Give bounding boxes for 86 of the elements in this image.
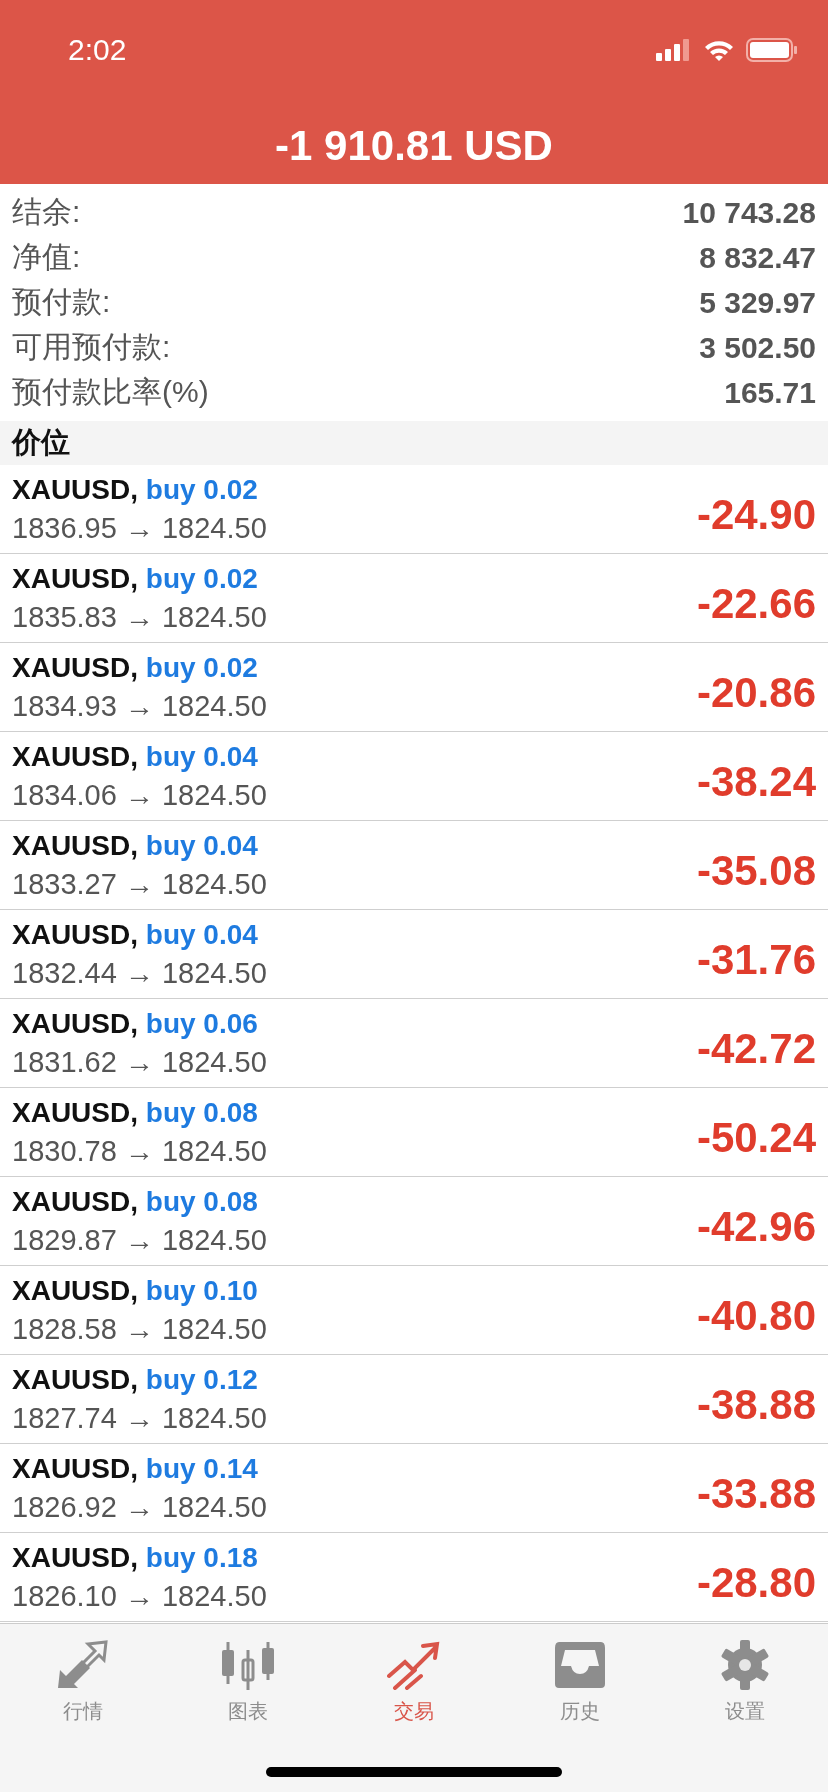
price-text: 1834.06 → 1824.50	[12, 778, 267, 812]
symbol-text: XAUUSD,	[12, 918, 138, 950]
summary-label: 可用预付款:	[12, 329, 171, 365]
summary-value: 8 832.47	[699, 240, 816, 275]
order-text: buy 0.02	[145, 473, 258, 505]
summary-value: 5 329.97	[699, 285, 816, 320]
profit-value: -22.66	[696, 580, 816, 628]
profit-value: -38.24	[696, 758, 816, 806]
profit-value: -40.80	[696, 1292, 816, 1340]
price-text: 1829.87 → 1824.50	[12, 1223, 267, 1257]
price-text: 1836.95 → 1824.50	[12, 511, 267, 545]
tab[interactable]: 交易	[354, 1640, 474, 1725]
order-text: buy 0.04	[145, 829, 258, 861]
status-time: 2:02	[68, 33, 127, 67]
symbol-text: XAUUSD,	[12, 1541, 138, 1573]
position-row[interactable]: XAUUSD, buy 0.10 1828.58 → 1824.50 -40.80	[0, 1266, 828, 1355]
position-row[interactable]: XAUUSD, buy 0.02 1836.95 → 1824.50 -24.90	[0, 465, 828, 554]
diagonal-arrows-icon	[55, 1640, 110, 1690]
profit-value: -33.88	[696, 1470, 816, 1518]
profit-value: -38.88	[696, 1381, 816, 1429]
price-text: 1835.83 → 1824.50	[12, 600, 267, 634]
signal-icon	[656, 39, 692, 61]
price-text: 1830.78 → 1824.50	[12, 1134, 267, 1168]
price-text: 1826.10 → 1824.50	[12, 1579, 267, 1613]
order-text: buy 0.08	[145, 1185, 258, 1217]
position-row[interactable]: XAUUSD, buy 0.04 1833.27 → 1824.50 -35.08	[0, 821, 828, 910]
order-text: buy 0.02	[145, 651, 258, 683]
position-row[interactable]: XAUUSD, buy 0.08 1829.87 → 1824.50 -42.96	[0, 1177, 828, 1266]
price-text: 1828.58 → 1824.50	[12, 1312, 267, 1346]
balance-title: -1 910.81 USD	[274, 122, 554, 170]
profit-value: -31.76	[696, 936, 816, 984]
order-text: buy 0.04	[145, 740, 258, 772]
profit-value: -42.72	[696, 1025, 816, 1073]
profit-value: -20.86	[696, 669, 816, 717]
symbol-text: XAUUSD,	[12, 829, 138, 861]
position-row[interactable]: XAUUSD, buy 0.08 1830.78 → 1824.50 -50.24	[0, 1088, 828, 1177]
position-row[interactable]: XAUUSD, buy 0.12 1827.74 → 1824.50 -38.88	[0, 1355, 828, 1444]
profit-value: -42.96	[696, 1203, 816, 1251]
symbol-text: XAUUSD,	[12, 740, 138, 772]
position-row[interactable]: XAUUSD, buy 0.02 1835.83 → 1824.50 -22.66	[0, 554, 828, 643]
profit-value: -35.08	[696, 847, 816, 895]
order-text: buy 0.10	[145, 1274, 258, 1306]
symbol-text: XAUUSD,	[12, 651, 138, 683]
price-text: 1831.62 → 1824.50	[12, 1045, 267, 1079]
summary-label: 预付款比率(%)	[12, 374, 209, 410]
battery-icon	[746, 38, 798, 62]
summary-label: 预付款:	[12, 284, 111, 320]
symbol-text: XAUUSD,	[12, 1185, 138, 1217]
summary-label: 净值:	[12, 239, 81, 275]
profit-value: -24.90	[696, 491, 816, 539]
symbol-text: XAUUSD,	[12, 562, 138, 594]
trend-arrow-icon	[387, 1640, 441, 1690]
symbol-text: XAUUSD,	[12, 473, 138, 505]
position-row[interactable]: XAUUSD, buy 0.04 1832.44 → 1824.50 -31.76	[0, 910, 828, 999]
position-row[interactable]: XAUUSD, buy 0.06 1831.62 → 1824.50 -42.72	[0, 999, 828, 1088]
symbol-text: XAUUSD,	[12, 1274, 138, 1306]
price-text: 1833.27 → 1824.50	[12, 867, 267, 901]
section-title: 价位	[12, 425, 70, 460]
symbol-text: XAUUSD,	[12, 1363, 138, 1395]
symbol-text: XAUUSD,	[12, 1007, 138, 1039]
position-row[interactable]: XAUUSD, buy 0.18 1826.10 → 1824.50 -28.80	[0, 1533, 828, 1622]
order-text: buy 0.08	[145, 1096, 258, 1128]
profit-value: -28.80	[696, 1559, 816, 1607]
position-row[interactable]: XAUUSD, buy 0.04 1834.06 → 1824.50 -38.24	[0, 732, 828, 821]
price-text: 1826.92 → 1824.50	[12, 1490, 267, 1524]
position-row[interactable]: XAUUSD, buy 0.14 1826.92 → 1824.50 -33.88	[0, 1444, 828, 1533]
order-text: buy 0.14	[145, 1452, 258, 1484]
order-text: buy 0.06	[145, 1007, 258, 1039]
symbol-text: XAUUSD,	[12, 1452, 138, 1484]
summary-label: 结余:	[12, 194, 81, 230]
wifi-icon	[704, 39, 734, 61]
summary-value: 165.71	[724, 375, 816, 410]
profit-value: -50.24	[696, 1114, 816, 1162]
symbol-text: XAUUSD,	[12, 1096, 138, 1128]
price-text: 1827.74 → 1824.50	[12, 1401, 267, 1435]
summary-value: 10 743.28	[682, 195, 816, 230]
price-text: 1834.93 → 1824.50	[12, 689, 267, 723]
order-text: buy 0.18	[145, 1541, 258, 1573]
order-text: buy 0.12	[145, 1363, 258, 1395]
order-text: buy 0.02	[145, 562, 258, 594]
price-text: 1832.44 → 1824.50	[12, 956, 267, 990]
position-row[interactable]: XAUUSD, buy 0.02 1834.93 → 1824.50 -20.86	[0, 643, 828, 732]
candlestick-icon	[221, 1640, 276, 1690]
inbox-icon	[552, 1640, 607, 1690]
summary-value: 3 502.50	[699, 330, 816, 365]
order-text: buy 0.04	[145, 918, 258, 950]
